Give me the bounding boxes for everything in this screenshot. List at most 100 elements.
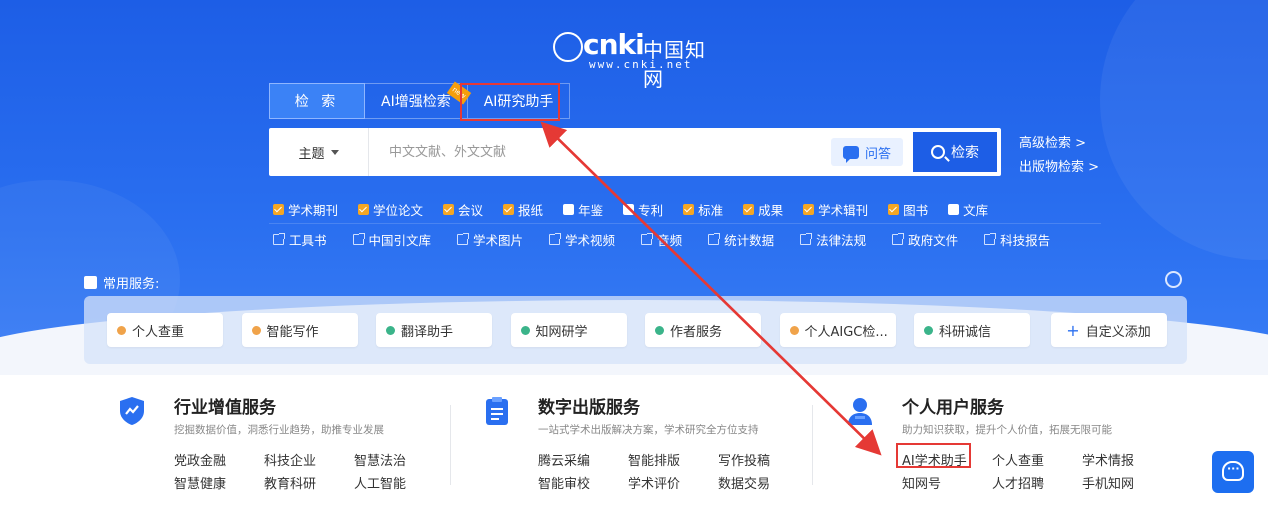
service-link[interactable]: 手机知网 (1082, 473, 1172, 492)
advanced-search-link[interactable]: 高级检索 > (1019, 132, 1099, 156)
common-service-item[interactable]: 个人查重 (107, 313, 223, 347)
resource-link[interactable]: 法律法规 (800, 230, 866, 249)
service-dot-icon (655, 325, 664, 335)
service-link[interactable]: 腾云采编 (538, 450, 628, 469)
resource-link-label: 法律法规 (816, 233, 867, 248)
custom-add-button[interactable]: + 自定义添加 (1050, 313, 1167, 347)
checkbox-item[interactable]: 图书 (888, 200, 928, 219)
resource-link[interactable]: 学术图片 (457, 230, 523, 249)
search-button[interactable]: 检索 (911, 130, 999, 174)
resource-link-label: 学术视频 (565, 233, 616, 248)
checkbox-checked-icon[interactable] (683, 204, 695, 215)
checkbox-checked-icon[interactable] (273, 204, 284, 215)
search-input[interactable] (369, 128, 831, 176)
resource-link[interactable]: 工具书 (273, 230, 327, 249)
service-link[interactable]: 写作投稿 (718, 450, 808, 469)
common-service-item[interactable]: 知网研学 (510, 313, 627, 347)
checkbox-unchecked-icon[interactable] (563, 204, 575, 215)
qa-button[interactable]: 问答 (831, 138, 903, 166)
checkbox-item[interactable]: 成果 (743, 200, 783, 219)
checkbox-label: 报纸 (518, 203, 544, 218)
resource-link[interactable]: 科技报告 (984, 230, 1050, 249)
checkbox-label: 学位论文 (373, 203, 424, 218)
service-link[interactable]: 个人查重 (992, 450, 1082, 469)
service-link[interactable]: 知网号 (902, 473, 992, 492)
search-field-select[interactable]: 主题 (269, 128, 369, 176)
checkbox-item[interactable]: 专利 (623, 200, 663, 219)
service-link[interactable]: 智能排版 (628, 450, 718, 469)
service-link[interactable]: 智慧健康 (174, 473, 264, 492)
common-service-label: 个人AIGC检... (804, 324, 888, 340)
industry-services-links: 党政金融 科技企业 智慧法治智慧健康 教育科研 人工智能 (174, 450, 444, 492)
publication-search-link[interactable]: 出版物检索 > (1019, 156, 1099, 180)
common-service-item[interactable]: 翻译助手 (376, 313, 492, 347)
resource-link[interactable]: 中国引文库 (352, 230, 431, 249)
checkbox-checked-icon[interactable] (443, 204, 455, 215)
chat-bubble-icon (842, 145, 859, 163)
service-link[interactable]: 智慧法治 (354, 450, 444, 469)
checkbox-item[interactable]: 会议 (443, 200, 483, 219)
checkbox-label: 文库 (963, 203, 989, 218)
common-service-item[interactable]: 个人AIGC检... (779, 313, 896, 347)
tab-search[interactable]: 检 索 (269, 83, 365, 119)
personal-services-title: 个人用户服务 (902, 398, 1004, 418)
checkbox-checked-icon[interactable] (888, 204, 900, 215)
personal-services-links: AI学术助手 个人查重 学术情报知网号 人才招聘 手机知网 (902, 450, 1172, 492)
publishing-services-links: 腾云采编 智能排版 写作投稿智能审校 学术评价 数据交易 (538, 450, 808, 492)
checkbox-label: 图书 (903, 203, 929, 218)
common-services-panel: 个人查重 智能写作 翻译助手 知网研学 作者服务 个人AIGC检... 科研诚信 + 自定义添加 (84, 296, 1187, 364)
common-service-item[interactable]: 智能写作 (241, 313, 358, 347)
user-icon (84, 276, 97, 289)
checkbox-label: 学术期刊 (288, 203, 339, 218)
checkbox-checked-icon[interactable] (358, 204, 370, 215)
service-link[interactable]: 科技企业 (264, 450, 354, 469)
resource-link[interactable]: 音频 (641, 230, 682, 249)
resource-link[interactable]: 统计数据 (708, 230, 774, 249)
external-link-icon (273, 233, 285, 245)
gear-icon[interactable] (1165, 271, 1182, 288)
checkbox-item[interactable]: 报纸 (503, 200, 543, 219)
common-service-item[interactable]: 作者服务 (645, 313, 761, 347)
resource-link[interactable]: 学术视频 (549, 230, 615, 249)
service-link[interactable]: 智能审校 (538, 473, 628, 492)
document-icon (483, 396, 511, 426)
service-link[interactable]: 学术情报 (1082, 450, 1172, 469)
service-link[interactable]: 党政金融 (174, 450, 264, 469)
service-link[interactable]: 学术评价 (628, 473, 718, 492)
cnki-logo[interactable]: cnki 中国知网 www.cnki.net (553, 28, 723, 91)
service-link[interactable]: AI学术助手 (902, 450, 992, 469)
checkbox-item[interactable]: 学术辑刊 (803, 200, 868, 219)
checkbox-item[interactable]: 文库 (948, 200, 988, 219)
checkbox-item[interactable]: 学位论文 (358, 200, 423, 219)
checkbox-checked-icon[interactable] (803, 204, 815, 215)
side-links: 高级检索 > 出版物检索 > (1019, 132, 1099, 180)
search-tabs: 检 索 AI增强检索 new AI研究助手 (269, 81, 571, 119)
search-button-label: 检索 (951, 145, 979, 161)
resource-link[interactable]: 政府文件 (892, 230, 958, 249)
custom-add-label: 自定义添加 (1085, 324, 1151, 340)
service-link[interactable]: 教育科研 (264, 473, 354, 492)
checkbox-item[interactable]: 年鉴 (563, 200, 603, 219)
resource-link-label: 统计数据 (724, 233, 775, 248)
checkbox-unchecked-icon[interactable] (623, 204, 635, 215)
publishing-services-desc: 一站式学术出版解决方案，学术研究全方位支持 (538, 424, 759, 436)
external-link-icon (708, 233, 721, 245)
service-link[interactable]: 人才招聘 (992, 473, 1082, 492)
tab-ai-enhanced-search[interactable]: AI增强检索 new (365, 81, 471, 119)
common-services-title: 常用服务: (84, 273, 159, 292)
checkbox-item[interactable]: 标准 (683, 200, 723, 219)
customer-service-button[interactable] (1212, 451, 1254, 493)
qa-label: 问答 (864, 146, 891, 162)
resource-link-label: 工具书 (289, 233, 327, 248)
resource-links: 工具书 中国引文库 学术图片 学术视频 音频 统计数据 法律法规 政府文件 科技报告 (273, 230, 1076, 249)
tab-ai-research-assistant[interactable]: AI研究助手 (467, 83, 571, 119)
checkbox-checked-icon[interactable] (743, 204, 755, 215)
service-link[interactable]: 人工智能 (354, 473, 444, 492)
publishing-services-title: 数字出版服务 (538, 398, 640, 418)
checkbox-unchecked-icon[interactable] (948, 204, 960, 215)
common-service-item[interactable]: 科研诚信 (914, 313, 1030, 347)
checkbox-checked-icon[interactable] (503, 204, 515, 215)
checkbox-item[interactable]: 学术期刊 (273, 200, 338, 219)
tab-label: AI增强检索 (381, 94, 451, 110)
service-link[interactable]: 数据交易 (718, 473, 808, 492)
